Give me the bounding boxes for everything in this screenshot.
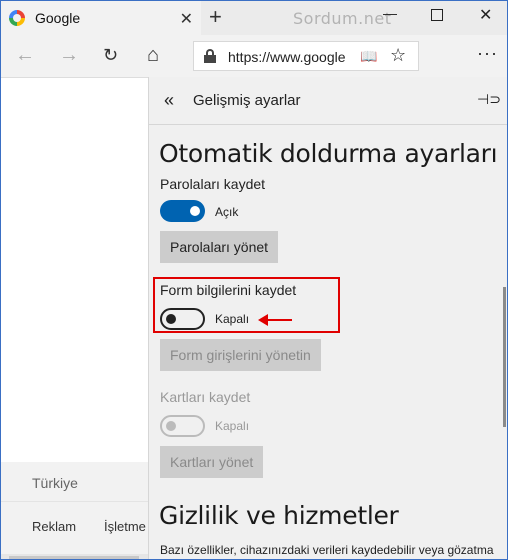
save-forms-state: Kapalı — [215, 312, 250, 326]
browser-window: Google ✕ + Sordum.net — ✕ ← → ↻ ⌂ https:… — [0, 0, 508, 560]
footer-link-ads[interactable]: Reklam — [32, 519, 76, 534]
privacy-description: Bazı özellikler, cihazınızdaki verileri … — [160, 543, 494, 557]
back-chevron-icon[interactable]: « — [164, 90, 174, 111]
save-passwords-label: Parolaları kaydet — [160, 176, 266, 192]
lock-icon — [204, 49, 216, 63]
footer-link-business[interactable]: İşletme — [104, 519, 146, 534]
manage-forms-button[interactable]: Form girişlerini yönetin — [160, 339, 321, 371]
links-footer: Reklam İşletme — [1, 502, 148, 559]
forward-arrow-icon[interactable]: → — [59, 45, 79, 65]
scroll-thumb[interactable] — [9, 556, 139, 559]
save-passwords-state: Açık — [215, 205, 239, 219]
country-label: Türkiye — [32, 475, 78, 491]
manage-cards-button[interactable]: Kartları yönet — [160, 446, 264, 478]
vertical-scroll-thumb[interactable] — [503, 287, 506, 427]
red-arrow-icon — [258, 313, 292, 327]
save-cards-state: Kapalı — [215, 419, 250, 433]
watermark: Sordum.net — [293, 9, 392, 28]
more-menu-icon[interactable]: ··· — [477, 43, 498, 63]
save-passwords-toggle[interactable] — [160, 200, 205, 222]
minimize-button[interactable]: — — [383, 5, 397, 21]
manage-passwords-button[interactable]: Parolaları yönet — [160, 231, 279, 263]
navigation-bar: ← → ↻ ⌂ https://www.google 📖 ☆ ··· — [1, 35, 507, 77]
horizontal-scrollbar[interactable] — [1, 554, 148, 559]
tab-bar: Google ✕ + Sordum.net — ✕ — [1, 1, 507, 35]
reading-view-icon[interactable]: 📖 — [360, 48, 377, 65]
panel-header: « Gelişmiş ayarlar ⊣⊃ — [149, 77, 507, 125]
maximize-button[interactable] — [431, 9, 443, 21]
refresh-icon[interactable]: ↻ — [103, 45, 118, 65]
tab-google[interactable]: Google ✕ — [1, 1, 201, 35]
advanced-settings-panel: « Gelişmiş ayarlar ⊣⊃ Otomatik doldurma … — [148, 77, 507, 559]
save-forms-label: Form bilgilerini kaydet — [160, 282, 297, 298]
privacy-heading: Gizlilik ve hizmetler — [159, 501, 399, 530]
save-cards-label: Kartları kaydet — [160, 389, 251, 405]
new-tab-button[interactable]: + — [209, 5, 222, 29]
address-bar[interactable]: https://www.google 📖 ☆ — [193, 41, 419, 71]
close-window-button[interactable]: ✕ — [479, 5, 492, 25]
back-arrow-icon[interactable]: ← — [15, 45, 35, 65]
google-favicon-icon — [9, 10, 25, 26]
close-tab-icon[interactable]: ✕ — [180, 9, 193, 29]
panel-title: Gelişmiş ayarlar — [193, 92, 301, 109]
favorite-star-icon[interactable]: ☆ — [390, 45, 406, 66]
vertical-scrollbar[interactable] — [501, 125, 507, 559]
url-text[interactable]: https://www.google — [228, 49, 346, 65]
tab-title: Google — [35, 10, 81, 26]
autofill-heading: Otomatik doldurma ayarları — [159, 139, 498, 168]
save-forms-toggle[interactable] — [160, 308, 205, 330]
home-icon[interactable]: ⌂ — [147, 45, 159, 65]
save-cards-toggle[interactable] — [160, 415, 205, 437]
page-content: Türkiye Reklam İşletme — [1, 77, 148, 559]
pin-icon[interactable]: ⊣⊃ — [477, 91, 501, 108]
country-footer: Türkiye — [1, 462, 148, 502]
